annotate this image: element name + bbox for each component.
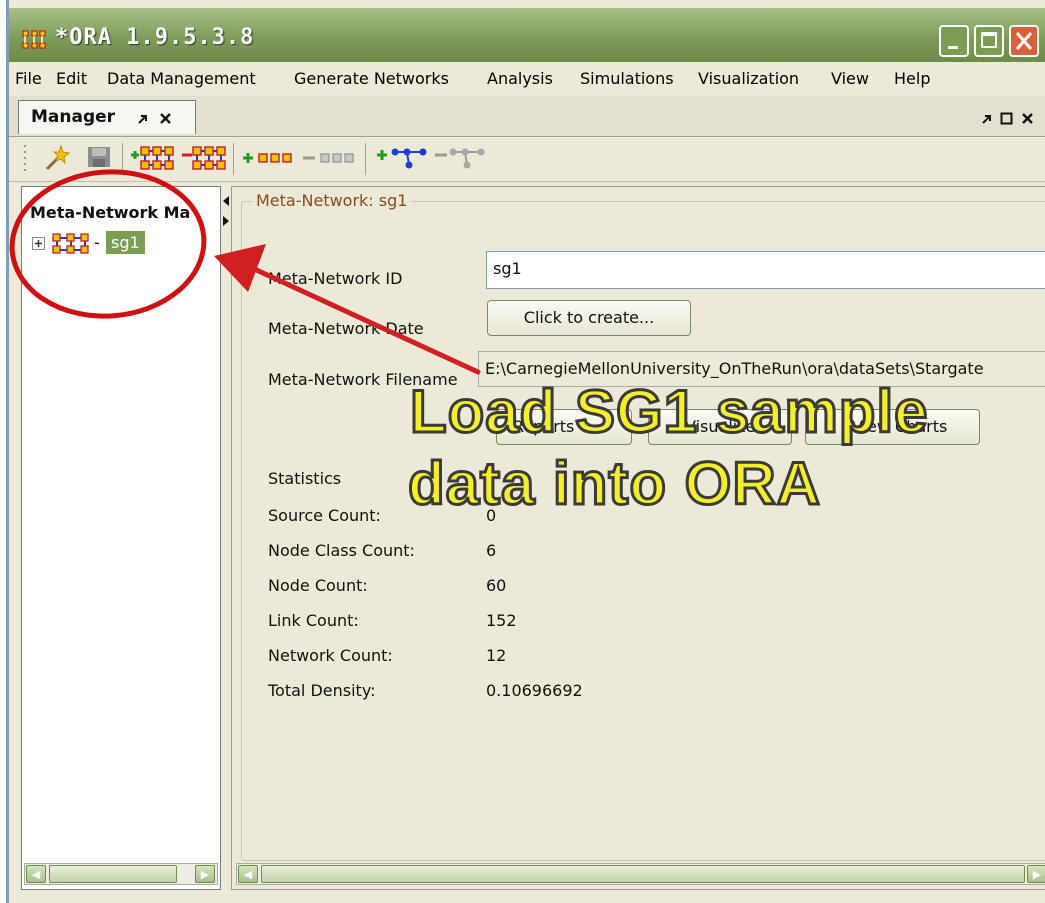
id-label: Meta-Network ID — [268, 269, 403, 288]
maximize-panel-icon[interactable] — [1000, 112, 1013, 125]
window-title: *ORA 1.9.5.3.8 — [55, 25, 255, 50]
remove-network-icon[interactable] — [433, 143, 489, 173]
menu-generate-networks[interactable]: Generate Networks — [294, 69, 449, 88]
stat-label: Node Count: — [268, 576, 368, 595]
tree-horizontal-scrollbar[interactable]: ◀ ▶ — [24, 863, 218, 885]
maximize-button[interactable] — [974, 25, 1004, 57]
scroll-right-arrow-icon[interactable]: ▶ — [1027, 865, 1045, 883]
meta-network-details-panel: Meta-Network: sg1 Meta-Network ID sg1 Me… — [231, 186, 1045, 890]
tree-node-dash: - — [94, 233, 100, 252]
toolbar-grip-icon — [24, 145, 26, 171]
stat-value: 0.10696692 — [486, 681, 583, 700]
maximize-icon — [981, 32, 997, 48]
tab-manager-label: Manager — [31, 107, 116, 127]
menu-view[interactable]: View — [831, 69, 869, 88]
add-network-icon[interactable] — [375, 143, 431, 173]
menu-data-management[interactable]: Data Management — [107, 69, 256, 88]
tree-node-sg1[interactable]: - sg1 — [32, 231, 202, 257]
statistics-heading: Statistics — [268, 469, 342, 488]
menu-simulations[interactable]: Simulations — [580, 69, 674, 88]
ora-app-icon — [22, 30, 46, 49]
id-input[interactable]: sg1 — [486, 251, 1045, 289]
stat-value: 12 — [486, 646, 507, 665]
title-bar[interactable]: *ORA 1.9.5.3.8 — [9, 8, 1045, 62]
toolbar — [9, 137, 1045, 182]
tab-manager[interactable]: Manager — [18, 100, 196, 134]
undock-icon[interactable] — [137, 113, 149, 125]
menu-edit[interactable]: Edit — [56, 69, 87, 88]
add-nodeset-icon[interactable] — [241, 143, 301, 173]
remove-meta-network-icon[interactable] — [181, 143, 227, 173]
expand-right-icon[interactable] — [222, 216, 230, 226]
tree-header: Meta-Network Ma — [30, 203, 191, 222]
scroll-right-arrow-icon[interactable]: ▶ — [195, 865, 215, 883]
stat-label: Source Count: — [268, 506, 381, 525]
stat-value: 60 — [486, 576, 507, 595]
click-to-create-button[interactable]: Click to create... — [487, 300, 691, 336]
menu-file[interactable]: File — [15, 69, 42, 88]
date-label: Meta-Network Date — [268, 319, 424, 338]
expand-plus-icon[interactable] — [32, 237, 45, 250]
close-panel-icon[interactable] — [1021, 112, 1034, 125]
dock-tab-row: Manager — [9, 96, 1045, 137]
undock-icon[interactable] — [981, 113, 993, 125]
close-tab-icon[interactable] — [159, 112, 172, 125]
minimize-button[interactable] — [939, 25, 969, 57]
scroll-left-arrow-icon[interactable]: ◀ — [26, 865, 46, 883]
collapse-left-icon[interactable] — [222, 196, 230, 206]
menu-bar: File Edit Data Management Generate Netwo… — [9, 62, 1045, 96]
menu-help[interactable]: Help — [894, 69, 930, 88]
stat-label: Total Density: — [268, 681, 376, 700]
close-window-button[interactable] — [1009, 25, 1039, 57]
annotation-line-1: Load SG1 sample — [409, 378, 929, 445]
stat-label: Network Count: — [268, 646, 393, 665]
meta-network-icon — [52, 233, 89, 254]
stat-label: Node Class Count: — [268, 541, 415, 560]
annotation-line-2: data into ORA — [407, 450, 822, 517]
menu-visualization[interactable]: Visualization — [698, 69, 799, 88]
scroll-thumb[interactable] — [261, 865, 1025, 883]
details-legend: Meta-Network: sg1 — [252, 191, 412, 210]
scroll-thumb[interactable] — [49, 865, 177, 883]
details-group: Meta-Network: sg1 Meta-Network ID sg1 Me… — [241, 191, 1045, 861]
details-horizontal-scrollbar[interactable]: ◀ ▶ — [236, 863, 1045, 885]
scroll-left-arrow-icon[interactable]: ◀ — [238, 865, 258, 883]
stat-label: Link Count: — [268, 611, 359, 630]
stat-value: 152 — [486, 611, 517, 630]
tree-node-label: sg1 — [106, 231, 145, 254]
magic-wand-icon[interactable] — [41, 143, 71, 173]
stat-value: 6 — [486, 541, 497, 560]
splitter[interactable] — [221, 186, 231, 890]
remove-nodeset-icon[interactable] — [301, 143, 361, 173]
close-icon — [1015, 32, 1033, 50]
menu-analysis[interactable]: Analysis — [487, 69, 553, 88]
meta-network-tree-panel: Meta-Network Ma - sg1 ◀ ▶ — [21, 186, 221, 890]
save-icon[interactable] — [85, 143, 113, 171]
minimize-icon — [948, 46, 958, 49]
add-meta-network-icon[interactable] — [129, 143, 175, 173]
